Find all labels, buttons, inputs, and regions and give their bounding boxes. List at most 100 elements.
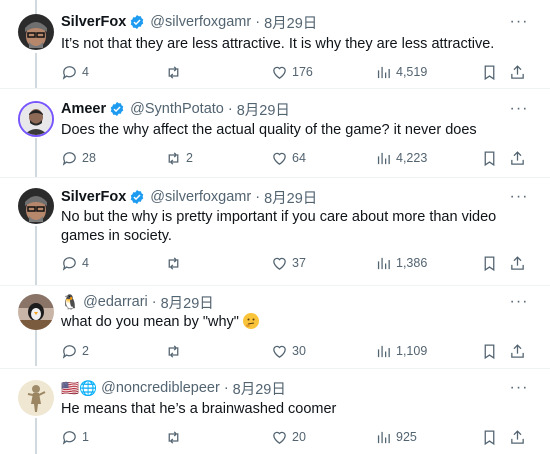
like-button[interactable]: 30 bbox=[271, 341, 306, 361]
retweet-icon bbox=[168, 430, 179, 444]
handle[interactable]: @noncrediblepeer bbox=[101, 380, 220, 396]
more-icon[interactable]: ··· bbox=[509, 378, 529, 398]
display-name[interactable]: SilverFox bbox=[61, 14, 126, 30]
penguin-emoji[interactable]: 🐧 bbox=[61, 294, 79, 311]
like-button[interactable]: 176 bbox=[271, 62, 313, 82]
avatar[interactable] bbox=[18, 380, 54, 416]
bookmark-icon bbox=[484, 255, 495, 271]
tweet-text: No but the why is pretty important if yo… bbox=[61, 209, 497, 244]
like-count: 30 bbox=[292, 344, 306, 358]
retweet-button[interactable] bbox=[165, 253, 186, 273]
avatar[interactable] bbox=[18, 14, 54, 50]
retweet-count: 2 bbox=[186, 151, 193, 165]
share-button[interactable] bbox=[509, 253, 526, 273]
reply-count: 4 bbox=[82, 65, 89, 79]
more-icon[interactable]: ··· bbox=[509, 292, 529, 312]
timestamp[interactable]: 8月29日 bbox=[161, 292, 214, 313]
bookmark-icon bbox=[484, 64, 495, 80]
views-button[interactable]: 925 bbox=[375, 427, 417, 447]
handle[interactable]: @SynthPotato bbox=[130, 101, 224, 117]
views-button[interactable]: 4,519 bbox=[375, 62, 427, 82]
retweet-icon bbox=[168, 65, 179, 79]
tweet-text: Does the why affect the actual quality o… bbox=[61, 122, 477, 138]
tweet-text: what do you mean by "why" bbox=[61, 313, 531, 332]
views-count: 4,519 bbox=[396, 65, 428, 79]
tweet[interactable]: SilverFox @silverfoxgamr · 8月29日 ··· It’… bbox=[0, 0, 550, 88]
reply-button[interactable]: 2 bbox=[61, 341, 89, 361]
tweet-text: It’s not that they are less attractive. … bbox=[61, 36, 495, 52]
more-icon[interactable]: ··· bbox=[509, 187, 529, 207]
bookmark-icon bbox=[484, 343, 495, 359]
reply-icon bbox=[62, 344, 76, 359]
share-icon bbox=[511, 255, 524, 270]
share-button[interactable] bbox=[509, 427, 526, 447]
action-bar: 2 30 1,109 bbox=[61, 341, 531, 361]
reply-button[interactable]: 4 bbox=[61, 253, 89, 273]
retweet-icon bbox=[168, 344, 179, 358]
like-button[interactable]: 64 bbox=[271, 148, 306, 168]
reply-button[interactable]: 1 bbox=[61, 427, 89, 447]
separator-dot: · bbox=[227, 101, 233, 117]
like-icon bbox=[273, 345, 286, 358]
avatar[interactable] bbox=[18, 101, 54, 137]
separator-dot: · bbox=[255, 14, 261, 30]
share-button[interactable] bbox=[509, 148, 526, 168]
retweet-button[interactable]: 2 bbox=[165, 148, 193, 168]
share-icon bbox=[511, 150, 524, 165]
verified-icon bbox=[110, 102, 124, 116]
bookmark-button[interactable] bbox=[481, 148, 498, 168]
retweet-button[interactable] bbox=[165, 427, 186, 447]
views-count: 1,109 bbox=[396, 344, 428, 358]
share-icon bbox=[511, 64, 524, 79]
avatar[interactable] bbox=[18, 188, 54, 224]
action-bar: 4 176 4,519 bbox=[61, 62, 531, 82]
retweet-icon bbox=[168, 256, 179, 270]
bookmark-button[interactable] bbox=[481, 253, 498, 273]
bookmark-button[interactable] bbox=[481, 427, 498, 447]
verified-icon bbox=[131, 15, 144, 29]
reply-count: 28 bbox=[82, 151, 96, 165]
bookmark-button[interactable] bbox=[481, 62, 498, 82]
tweet[interactable]: 🇺🇸🌐 @noncrediblepeer · 8月29日 ··· He mean… bbox=[0, 369, 550, 454]
views-icon bbox=[377, 66, 390, 78]
handle[interactable]: @edarrari bbox=[83, 294, 148, 310]
timestamp[interactable]: 8月29日 bbox=[237, 99, 290, 120]
bookmark-button[interactable] bbox=[481, 341, 498, 361]
handle[interactable]: @silverfoxgamr bbox=[150, 189, 251, 205]
reply-thread: SilverFox @silverfoxgamr · 8月29日 ··· It’… bbox=[0, 0, 550, 454]
more-icon[interactable]: ··· bbox=[509, 12, 529, 32]
like-button[interactable]: 37 bbox=[271, 253, 306, 273]
views-button[interactable]: 1,109 bbox=[375, 341, 427, 361]
display-name[interactable]: SilverFox bbox=[61, 189, 126, 205]
handle[interactable]: @silverfoxgamr bbox=[150, 14, 251, 30]
bookmark-icon bbox=[484, 429, 495, 445]
more-icon[interactable]: ··· bbox=[509, 99, 529, 119]
reply-button[interactable]: 28 bbox=[61, 148, 96, 168]
reply-button[interactable]: 4 bbox=[61, 62, 89, 82]
views-button[interactable]: 1,386 bbox=[375, 253, 427, 273]
share-icon bbox=[511, 429, 524, 444]
tweet[interactable]: 🐧 @edarrari · 8月29日 ··· what do you mean… bbox=[0, 286, 550, 368]
tweet-header: SilverFox @silverfoxgamr · 8月29日 bbox=[61, 187, 317, 207]
share-button[interactable] bbox=[509, 62, 526, 82]
share-button[interactable] bbox=[509, 341, 526, 361]
tweet[interactable]: Ameer @SynthPotato · 8月29日 ··· Does the … bbox=[0, 89, 550, 177]
reply-count: 4 bbox=[82, 256, 89, 270]
reply-count: 1 bbox=[82, 430, 89, 444]
like-button[interactable]: 20 bbox=[271, 427, 306, 447]
display-name[interactable]: Ameer bbox=[61, 101, 106, 117]
views-button[interactable]: 4,223 bbox=[375, 148, 427, 168]
timestamp[interactable]: 8月29日 bbox=[264, 187, 317, 208]
thinking-face-emoji bbox=[242, 313, 259, 329]
retweet-button[interactable] bbox=[165, 341, 186, 361]
retweet-button[interactable] bbox=[165, 62, 186, 82]
tweet[interactable]: SilverFox @silverfoxgamr · 8月29日 ··· No … bbox=[0, 178, 550, 285]
flag-emojis[interactable]: 🇺🇸🌐 bbox=[61, 380, 97, 397]
like-count: 176 bbox=[292, 65, 313, 79]
timestamp[interactable]: 8月29日 bbox=[264, 12, 317, 33]
action-bar: 4 37 1,386 bbox=[61, 253, 531, 273]
tweet-header: Ameer @SynthPotato · 8月29日 bbox=[61, 99, 290, 119]
timestamp[interactable]: 8月29日 bbox=[233, 378, 286, 399]
avatar[interactable] bbox=[18, 294, 54, 330]
reply-count: 2 bbox=[82, 344, 89, 358]
